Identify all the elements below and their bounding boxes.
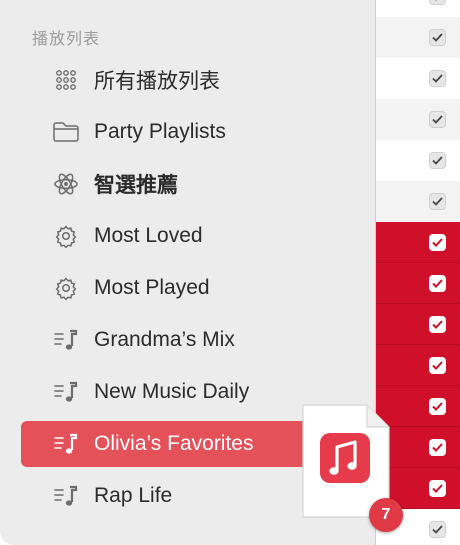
track-checkbox[interactable] [429, 152, 446, 169]
track-row [376, 58, 460, 99]
playlist-icon [51, 481, 81, 511]
track-row [376, 99, 460, 140]
track-row [376, 17, 460, 58]
playlist-icon [51, 429, 81, 459]
track-row-selected [376, 263, 460, 304]
track-checkbox[interactable] [429, 234, 446, 251]
track-checkbox[interactable] [429, 70, 446, 87]
track-checkbox[interactable] [429, 29, 446, 46]
track-row [376, 140, 460, 181]
track-row [376, 181, 460, 222]
sidebar-item-label: 智選推薦 [94, 174, 178, 197]
track-checkbox[interactable] [429, 316, 446, 333]
sidebar-item-most-loved[interactable]: Most Loved [21, 213, 361, 259]
track-checkbox[interactable] [429, 521, 446, 538]
gear-icon [51, 221, 81, 251]
sidebar-item-label: New Music Daily [94, 380, 250, 403]
track-checkbox[interactable] [429, 0, 446, 5]
track-checkbox[interactable] [429, 193, 446, 210]
sidebar-item-label: Most Loved [94, 224, 203, 247]
track-checkbox[interactable] [429, 439, 446, 456]
sidebar-item-grandmas-mix[interactable]: Grandma’s Mix [21, 317, 361, 363]
sidebar-item-label: Grandma’s Mix [94, 328, 235, 351]
playlist-icon [51, 377, 81, 407]
sidebar-item-party-playlists[interactable]: Party Playlists [21, 109, 361, 155]
track-row-selected [376, 222, 460, 263]
track-checkbox[interactable] [429, 398, 446, 415]
folder-icon [51, 117, 81, 147]
track-row [376, 0, 460, 17]
playlist-icon [51, 325, 81, 355]
sidebar-item-label: Rap Life [94, 484, 173, 507]
atom-icon [51, 169, 81, 199]
track-checkbox[interactable] [429, 480, 446, 497]
gear-icon [51, 273, 81, 303]
sidebar-item-label: Olivia’s Favorites [94, 432, 254, 455]
sidebar-item-most-played[interactable]: Most Played [21, 265, 361, 311]
sidebar-item-smart-picks[interactable]: 智選推薦 [21, 161, 361, 207]
drag-count-badge: 7 [369, 498, 403, 532]
sidebar-item-label: Most Played [94, 276, 210, 299]
track-checkbox[interactable] [429, 275, 446, 292]
grid-icon [51, 65, 81, 95]
track-row-selected [376, 304, 460, 345]
section-title-playlists: 播放列表 [32, 31, 101, 48]
music-window: 播放列表 所有播放列表 Party Playlists 智選推薦 Most Lo… [0, 0, 460, 545]
track-checkbox[interactable] [429, 111, 446, 128]
sidebar-item-all-playlists[interactable]: 所有播放列表 [21, 57, 361, 103]
sidebar-item-label: Party Playlists [94, 120, 226, 143]
sidebar-item-label: 所有播放列表 [94, 70, 220, 93]
track-checkbox[interactable] [429, 357, 446, 374]
track-row-selected [376, 345, 460, 386]
